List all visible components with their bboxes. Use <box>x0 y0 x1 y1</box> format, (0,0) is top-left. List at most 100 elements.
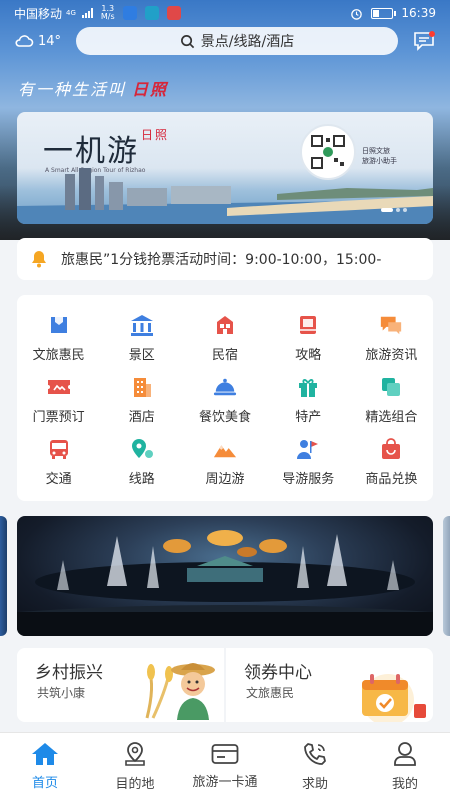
mountain-icon <box>213 438 237 460</box>
qr-code-icon <box>311 135 345 169</box>
promo-title: 领券中心 <box>244 663 312 683</box>
grid-item-label: 周边游 <box>205 471 245 487</box>
gift-icon <box>296 376 320 398</box>
grid-item-label: 线路 <box>128 471 155 487</box>
search-icon <box>180 34 194 48</box>
battery-icon <box>371 7 397 19</box>
house-icon <box>213 314 237 336</box>
speed-unit: M/s <box>100 12 115 21</box>
grid-item-label: 酒店 <box>128 409 155 425</box>
bottom-navigation: 首页 目的地 旅游一卡通 求助 我的 <box>0 732 450 800</box>
qr-code <box>300 124 356 180</box>
clock: 16:39 <box>401 6 436 20</box>
promo-subtitle: 共筑小康 <box>37 686 86 700</box>
banner-carousel[interactable]: 一机游 日照 A Smart All-Region Tour of Rizhao … <box>17 112 433 224</box>
user-icon <box>394 742 416 766</box>
grid-item-lvyouzixun[interactable]: 旅游资讯 <box>350 307 433 369</box>
bus-icon <box>47 438 71 460</box>
layers-icon <box>379 376 403 398</box>
grid-item-daoyoufuwu[interactable]: 导游服务 <box>267 431 350 493</box>
city-skyline-illustration <box>17 168 433 224</box>
grid-item-label: 交通 <box>45 471 72 487</box>
grid-item-label: 商品兑换 <box>365 471 418 487</box>
service-grid: 文旅惠民 景区 民宿 攻略 旅游资讯 门票预订 酒店 餐饮美食 特产 精选组合 … <box>17 295 433 501</box>
cloud-icon <box>15 35 34 47</box>
grid-item-jingqu[interactable]: 景区 <box>100 307 183 369</box>
grid-item-jiudian[interactable]: 酒店 <box>100 369 183 431</box>
nav-label: 首页 <box>31 776 58 791</box>
ticket-icon <box>47 314 71 336</box>
slogan-text: 有一种生活叫 <box>18 80 127 99</box>
carousel-prev-peek[interactable] <box>0 516 7 636</box>
carousel-dot <box>403 208 407 212</box>
promo-title: 乡村振兴 <box>35 663 103 683</box>
grid-item-label: 精选组合 <box>365 409 418 425</box>
grid-item-shangpinduihuan[interactable]: 商品兑换 <box>350 431 433 493</box>
nav-help[interactable]: 求助 <box>270 733 360 800</box>
bell-icon <box>32 251 46 268</box>
notice-bar[interactable]: 旅惠民”1分钱抢票活动时间：9:00-10:00，15:00- <box>17 238 433 280</box>
cloche-icon <box>213 376 237 398</box>
grid-item-gonglue[interactable]: 攻略 <box>267 307 350 369</box>
nav-destination[interactable]: 目的地 <box>90 733 180 800</box>
grid-item-jingxuanzuhe[interactable]: 精选组合 <box>350 369 433 431</box>
nav-label: 我的 <box>391 777 418 792</box>
grid-item-label: 文旅惠民 <box>32 347 85 363</box>
fountain-show-illustration <box>17 530 433 636</box>
nav-profile[interactable]: 我的 <box>360 733 450 800</box>
nav-label: 求助 <box>301 777 328 792</box>
banner-title-brand: 日照 <box>141 128 170 142</box>
notice-text: 旅惠民”1分钱抢票活动时间：9:00-10:00，15:00- <box>61 252 382 268</box>
grid-item-wenlvhuimin[interactable]: 文旅惠民 <box>17 307 100 369</box>
promo-subtitle: 文旅惠民 <box>246 686 295 700</box>
promo-card-rural-revitalization[interactable]: 乡村振兴 共筑小康 <box>17 648 224 722</box>
grid-item-label: 导游服务 <box>282 471 335 487</box>
nav-travel-card[interactable]: 旅游一卡通 <box>180 733 270 800</box>
grid-item-label: 特产 <box>295 409 322 425</box>
grid-item-label: 旅游资讯 <box>365 347 418 363</box>
carousel-next-peek[interactable] <box>443 516 450 636</box>
grid-item-label: 民宿 <box>211 347 238 363</box>
grid-item-techan[interactable]: 特产 <box>267 369 350 431</box>
grid-item-minsu[interactable]: 民宿 <box>183 307 266 369</box>
grid-item-jiaotong[interactable]: 交通 <box>17 431 100 493</box>
qr-caption: 日照文旅 旅游小助手 <box>362 146 397 166</box>
grid-item-zhoubianyou[interactable]: 周边游 <box>183 431 266 493</box>
temple-icon <box>130 314 154 336</box>
hero-slogan: 有一种生活叫 日照 <box>18 76 168 100</box>
top-bar: 14° 景点/线路/酒店 <box>0 26 450 56</box>
banner-title: 一机游 日照 <box>43 126 169 170</box>
featured-show-image[interactable] <box>17 516 433 636</box>
promo-card-coupon-center[interactable]: 领券中心 文旅惠民 <box>226 648 433 722</box>
search-input[interactable]: 景点/线路/酒店 <box>76 27 398 55</box>
qr-caption-line1: 日照文旅 <box>362 147 390 155</box>
grid-item-label: 餐饮美食 <box>198 409 251 425</box>
grid-item-xianlu[interactable]: 线路 <box>100 431 183 493</box>
slogan-brand: 日照 <box>132 80 169 99</box>
status-right: 16:39 <box>350 6 436 20</box>
location-pin-icon <box>125 742 145 766</box>
temperature: 14° <box>38 33 62 49</box>
message-button[interactable] <box>412 29 436 53</box>
app-notification-icon <box>166 6 181 20</box>
grid-item-canyinmeishi[interactable]: 餐饮美食 <box>183 369 266 431</box>
route-pin-icon <box>130 438 154 460</box>
status-bar: 中国移动 4G 1.3 M/s 16:39 <box>0 0 450 26</box>
nav-home[interactable]: 首页 <box>0 733 90 800</box>
card-icon <box>211 744 239 764</box>
chat-bubbles-icon <box>379 314 403 336</box>
grid-item-menpiaoyuding[interactable]: 门票预订 <box>17 369 100 431</box>
home-icon <box>32 743 58 765</box>
alarm-icon <box>351 8 363 20</box>
weather-widget[interactable]: 14° <box>14 33 74 49</box>
carrier-name: 中国移动 <box>14 6 63 21</box>
grid-item-label: 攻略 <box>295 347 322 363</box>
signal-icon <box>81 8 93 18</box>
admission-ticket-icon <box>47 376 71 398</box>
book-icon <box>296 314 320 336</box>
calendar-check-icon <box>362 674 426 722</box>
grid-item-label: 景区 <box>128 347 155 363</box>
carousel-dot-active <box>381 208 393 212</box>
nav-label: 目的地 <box>115 777 155 792</box>
search-placeholder: 景点/线路/酒店 <box>200 34 295 50</box>
